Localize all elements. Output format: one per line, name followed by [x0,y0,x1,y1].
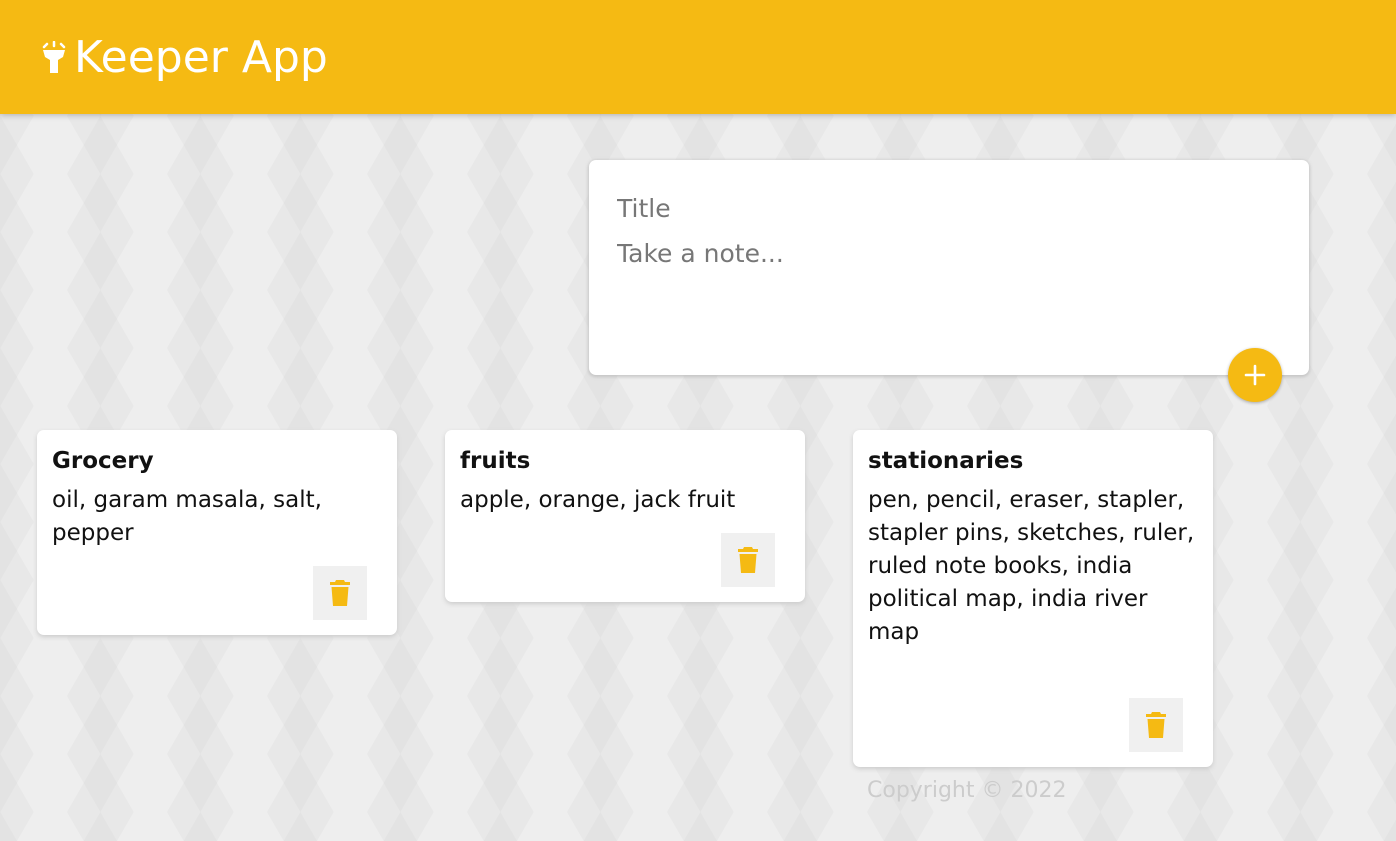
note-card: stationaries pen, pencil, eraser, staple… [853,430,1213,767]
note-content: oil, garam masala, salt, pepper [52,487,322,546]
delete-note-button[interactable] [313,566,367,620]
note-content: pen, pencil, eraser, stapler, stapler pi… [868,487,1195,645]
flashlight-icon [42,41,66,73]
trash-icon [738,547,758,573]
note-title: fruits [460,448,531,474]
note-title: Grocery [52,448,154,474]
app-header: Keeper App [0,0,1396,114]
trash-icon [1146,712,1166,738]
trash-icon [330,580,350,606]
plus-icon [1244,364,1266,386]
app-title: Keeper App [74,32,328,83]
delete-note-button[interactable] [1129,698,1183,752]
note-title-input[interactable] [617,190,1277,226]
note-content: apple, orange, jack fruit [460,487,736,513]
add-note-button[interactable] [1228,348,1282,402]
note-title: stationaries [868,448,1024,474]
delete-note-button[interactable] [721,533,775,587]
note-card: fruits apple, orange, jack fruit [445,430,805,602]
footer-copyright: Copyright © 2022 [867,778,1067,803]
note-card: Grocery oil, garam masala, salt, pepper [37,430,397,635]
brand: Keeper App [40,30,328,86]
note-content-input[interactable] [617,236,1277,346]
create-note-form [589,160,1309,375]
